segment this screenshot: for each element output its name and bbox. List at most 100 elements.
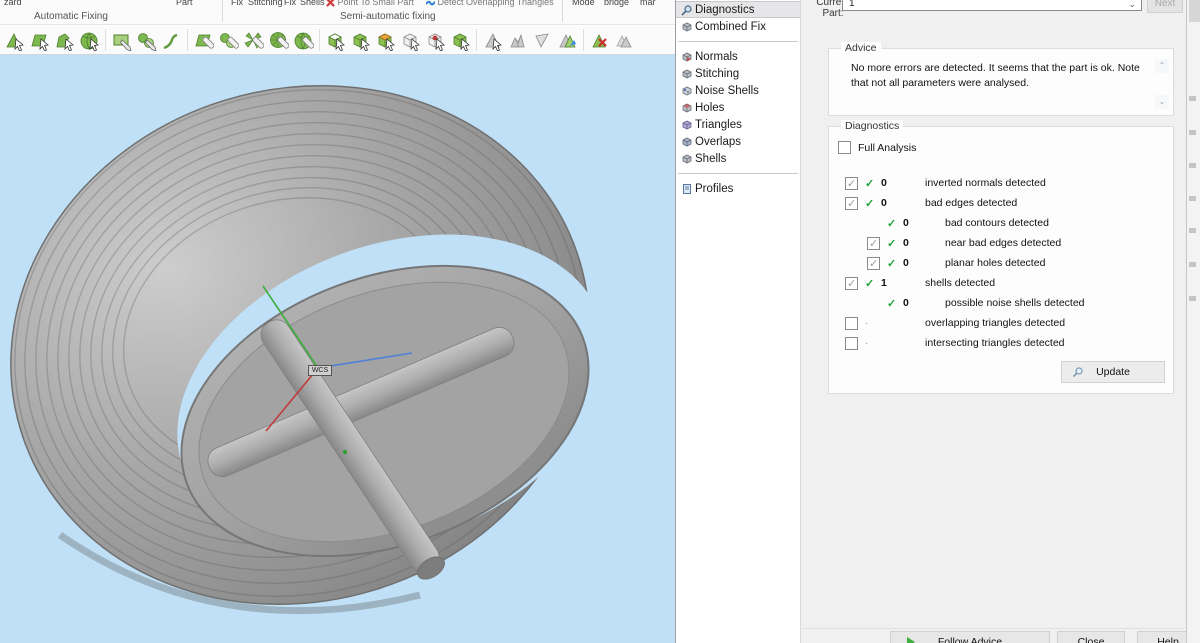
ribbon-button-shells[interactable]: Shells — [300, 0, 325, 7]
check-ok-icon: ✓ — [887, 257, 899, 270]
full-analysis-label: Full Analysis — [858, 142, 916, 154]
count-value: 0 — [903, 297, 917, 309]
ribbon-button-fix-1[interactable]: Fix — [231, 0, 243, 7]
diag-row-bad-edges: ✓ 0 bad edges detected — [845, 195, 1017, 211]
current-part-dropdown[interactable]: 1 ⌄ — [842, 0, 1142, 11]
diag-label: inverted normals detected — [925, 177, 1046, 189]
inverted-normals-checkbox[interactable] — [845, 177, 858, 190]
cube-normals-icon — [681, 51, 693, 63]
cube-select-none-icon[interactable] — [399, 29, 422, 52]
cube-select-visible-icon[interactable] — [349, 29, 372, 52]
cropped-panel-edge — [1186, 0, 1200, 643]
rectangle-selection-icon[interactable] — [110, 29, 133, 52]
ribbon-button-part[interactable]: Part — [176, 0, 193, 7]
delete-marked-triangles-icon[interactable] — [588, 29, 611, 52]
ribbon-separator — [562, 0, 563, 22]
detect-overlapping-triangles-label: Detect Overlapping Triangles — [438, 0, 554, 7]
wcs-origin-label: WCS — [308, 365, 332, 376]
cube-select-through-icon[interactable] — [324, 29, 347, 52]
sidebar-item-combined-fix[interactable]: Combined Fix — [676, 18, 800, 35]
count-value: 0 — [881, 197, 895, 209]
shells-checkbox[interactable] — [845, 277, 858, 290]
sidebar-item-noise-shells[interactable]: Noise Shells — [676, 82, 800, 99]
near-bad-edges-checkbox[interactable] — [867, 237, 880, 250]
group-label-automatic-fixing: Automatic Fixing — [34, 11, 108, 22]
toolbar-separator — [105, 29, 106, 51]
sidebar-item-normals[interactable]: Normals — [676, 48, 800, 65]
unmark-triangles-icon[interactable] — [192, 29, 215, 52]
sidebar-item-diagnostics[interactable]: Diagnostics — [676, 1, 800, 18]
cube-select-marked-icon[interactable] — [424, 29, 447, 52]
overlapping-triangles-checkbox[interactable] — [845, 317, 858, 330]
close-button[interactable]: Close — [1057, 631, 1125, 643]
intersecting-triangles-checkbox[interactable] — [845, 337, 858, 350]
crumpled-triangles-icon[interactable] — [506, 29, 529, 52]
unmark-shell-icon[interactable] — [292, 29, 315, 52]
full-analysis-checkbox[interactable] — [838, 141, 851, 154]
ribbon-button-stitching[interactable]: Stitching — [248, 0, 283, 7]
mark-plane-tool-icon[interactable] — [28, 29, 51, 52]
scroll-up-icon[interactable]: ⌃ — [1155, 59, 1169, 73]
update-button[interactable]: Update — [1061, 361, 1165, 383]
triangle-tool-disabled-icon[interactable] — [481, 29, 504, 52]
unmark-fan-icon[interactable] — [242, 29, 265, 52]
mark-triangle-tool-icon[interactable] — [3, 29, 26, 52]
sidebar-item-label: Combined Fix — [695, 21, 766, 33]
check-ok-icon: ✓ — [865, 277, 877, 290]
freeform-selection-icon[interactable] — [160, 29, 183, 52]
sidebar-item-triangles[interactable]: Triangles — [676, 116, 800, 133]
diag-label: possible noise shells detected — [945, 297, 1085, 309]
unmark-plane-icon[interactable] — [217, 29, 240, 52]
diagnostics-groupbox: Diagnostics Full Analysis ✓ 0 inverted n… — [828, 126, 1174, 394]
ribbon-button-wizard[interactable]: zard — [4, 0, 22, 7]
group-label-semi-automatic-fixing: Semi-automatic fixing — [340, 11, 436, 22]
diagnostics-panel: Current Part: 1 ⌄ Next Advice No more er… — [802, 0, 1184, 643]
ribbon-button-fix-2[interactable]: Fix — [284, 0, 296, 7]
duplicate-triangles-icon[interactable] — [613, 29, 636, 52]
circle-selection-icon[interactable] — [135, 29, 158, 52]
full-analysis-checkbox-row[interactable]: Full Analysis — [838, 141, 916, 154]
cube-select-all-icon[interactable] — [449, 29, 472, 52]
follow-advice-button[interactable]: Follow Advice — [890, 631, 1050, 643]
sidebar-item-overlaps[interactable]: Overlaps — [676, 133, 800, 150]
mark-surface-tool-icon[interactable] — [53, 29, 76, 52]
count-value: 0 — [881, 177, 895, 189]
sidebar-item-profiles[interactable]: Profiles — [676, 180, 800, 197]
toolbar-separator — [319, 29, 320, 51]
sidebar-item-stitching[interactable]: Stitching — [676, 65, 800, 82]
flip-triangle-icon[interactable] — [531, 29, 554, 52]
bad-edges-checkbox[interactable] — [845, 197, 858, 210]
diag-row-inverted-normals: ✓ 0 inverted normals detected — [845, 175, 1046, 191]
mark-shell-tool-icon[interactable] — [78, 29, 101, 52]
sidebar-item-holes[interactable]: Holes — [676, 99, 800, 116]
chevron-down-icon: ⌄ — [1128, 0, 1136, 10]
diag-row-intersecting-triangles: · intersecting triangles detected — [845, 335, 1065, 351]
advice-text: No more errors are detected. It seems th… — [851, 61, 1141, 91]
unmark-disc-icon[interactable] — [267, 29, 290, 52]
check-ok-icon: ✓ — [887, 237, 899, 250]
3d-model-tire-mesh — [0, 55, 675, 643]
sidebar-item-shells[interactable]: Shells — [676, 150, 800, 167]
diag-row-possible-noise-shells: ✓ 0 possible noise shells detected — [887, 295, 1085, 311]
scroll-down-icon[interactable]: ⌄ — [1155, 95, 1169, 109]
not-analysed-icon: · — [865, 338, 877, 349]
follow-advice-label: Follow Advice — [938, 636, 1002, 643]
ribbon-separator — [222, 0, 223, 22]
toolbar-separator — [187, 29, 188, 51]
planar-holes-checkbox[interactable] — [867, 257, 880, 270]
cube-select-top-icon[interactable] — [374, 29, 397, 52]
next-button[interactable]: Next — [1147, 0, 1183, 13]
ribbon-button-marking[interactable]: mar — [640, 0, 656, 7]
diag-row-planar-holes: ✓ 0 planar holes detected — [867, 255, 1045, 271]
3d-viewport[interactable]: WCS — [0, 55, 675, 643]
magnifier-icon — [1072, 366, 1084, 378]
cropped-button-fragment — [1189, 0, 1200, 22]
update-button-label: Update — [1096, 366, 1130, 378]
ribbon-button-detect-overlapping-triangles[interactable]: Detect Overlapping Triangles — [426, 0, 554, 7]
orient-triangles-icon[interactable] — [556, 29, 579, 52]
current-part-bar: Current Part: 1 ⌄ Next — [802, 0, 1184, 24]
ribbon-button-mode[interactable]: Mode — [572, 0, 595, 7]
diag-row-bad-contours: ✓ 0 bad contours detected — [887, 215, 1049, 231]
ribbon-button-point-to-small-part[interactable]: Point To Small Part — [326, 0, 414, 7]
ribbon-button-bridge[interactable]: bridge — [604, 0, 629, 7]
